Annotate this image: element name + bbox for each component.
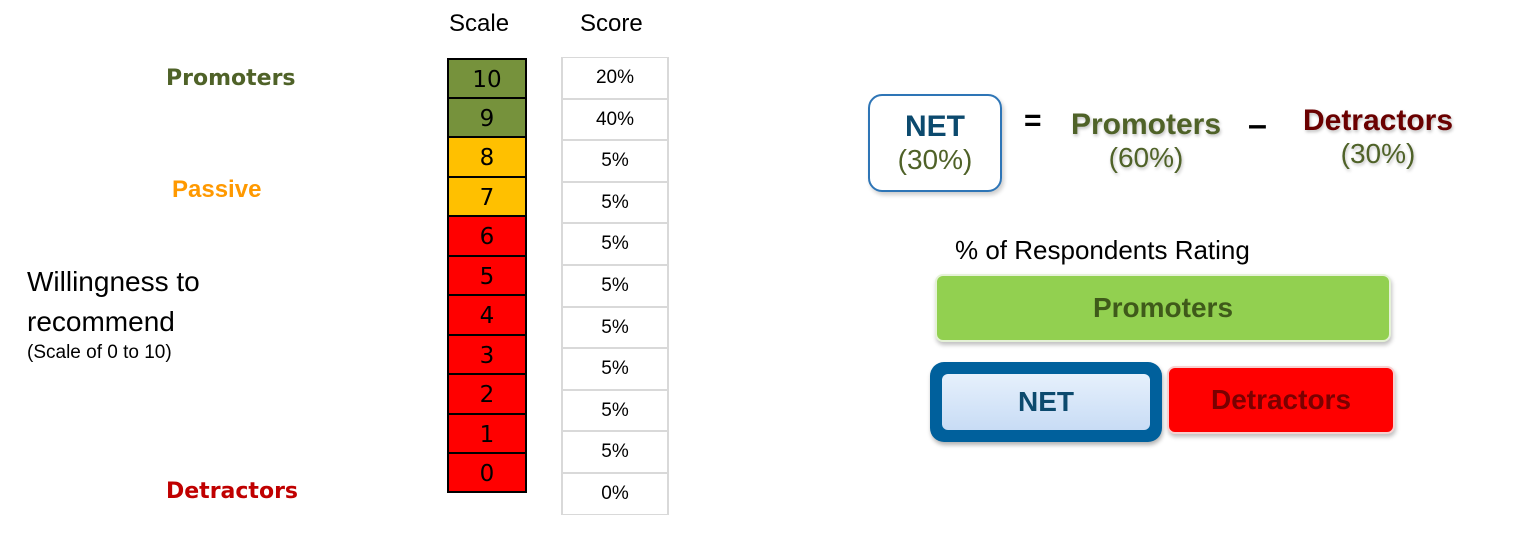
score-cell: 5% xyxy=(561,348,669,390)
score-header: Score xyxy=(580,10,643,37)
promoters-bar: Promoters xyxy=(935,274,1391,342)
scale-cell: 5 xyxy=(447,255,527,295)
scale-cell: 10 xyxy=(447,58,527,98)
scale-cell: 3 xyxy=(447,334,527,374)
minus-sign: – xyxy=(1248,106,1267,144)
scale-cell: 0 xyxy=(447,453,527,493)
scale-column: 10 9 8 7 6 5 4 3 2 1 0 xyxy=(447,58,527,493)
net-bar-label: NET xyxy=(942,374,1150,430)
scale-header: Scale xyxy=(449,10,510,37)
score-cell: 5% xyxy=(561,306,669,349)
respondents-rating-title: % of Respondents Rating xyxy=(955,235,1250,265)
detractors-category-label: Detractors xyxy=(166,479,299,504)
detractors-equation-label: Detractors xyxy=(1302,104,1454,137)
scale-cell: 2 xyxy=(447,374,527,414)
scale-cell: 7 xyxy=(447,176,527,216)
score-cell: 0% xyxy=(561,472,669,515)
score-cell: 5% xyxy=(561,389,669,432)
net-bar: NET xyxy=(930,362,1162,442)
score-cell: 5% xyxy=(561,181,669,224)
score-cell: 5% xyxy=(561,264,669,307)
detractors-equation-value: (30%) xyxy=(1340,138,1416,169)
detractors-bar: Detractors xyxy=(1167,366,1395,434)
promoters-equation-label: Promoters xyxy=(1070,108,1222,141)
equals-sign: = xyxy=(1024,104,1042,137)
scale-cell: 8 xyxy=(447,137,527,177)
willingness-label-line2: recommend xyxy=(27,306,175,337)
detractors-equation-term: Detractors (30%) xyxy=(1296,104,1460,170)
scale-cell: 9 xyxy=(447,97,527,137)
promoters-equation-term: Promoters (60%) xyxy=(1066,108,1226,174)
score-cell: 5% xyxy=(561,223,669,265)
score-cell: 5% xyxy=(561,140,669,182)
passive-category-label: Passive xyxy=(172,176,262,203)
scale-cell: 4 xyxy=(447,295,527,335)
scale-range-note: (Scale of 0 to 10) xyxy=(27,342,172,363)
score-cell: 5% xyxy=(561,431,669,473)
promoters-category-label: Promoters xyxy=(166,66,296,91)
score-cell: 20% xyxy=(561,57,669,99)
score-cell: 40% xyxy=(561,98,669,141)
score-column: 20% 40% 5% 5% 5% 5% 5% 5% 5% 5% 0% xyxy=(561,57,669,515)
willingness-label-line1: Willingness to xyxy=(27,266,200,297)
scale-cell: 6 xyxy=(447,216,527,256)
willingness-label: Willingness to recommend (Scale of 0 to … xyxy=(27,262,200,364)
scale-cell: 1 xyxy=(447,413,527,453)
promoters-equation-value: (60%) xyxy=(1108,142,1184,173)
net-equation-box: NET (30%) xyxy=(868,94,1002,192)
net-equation-value: (30%) xyxy=(897,144,973,175)
net-equation-label: NET xyxy=(905,110,965,143)
